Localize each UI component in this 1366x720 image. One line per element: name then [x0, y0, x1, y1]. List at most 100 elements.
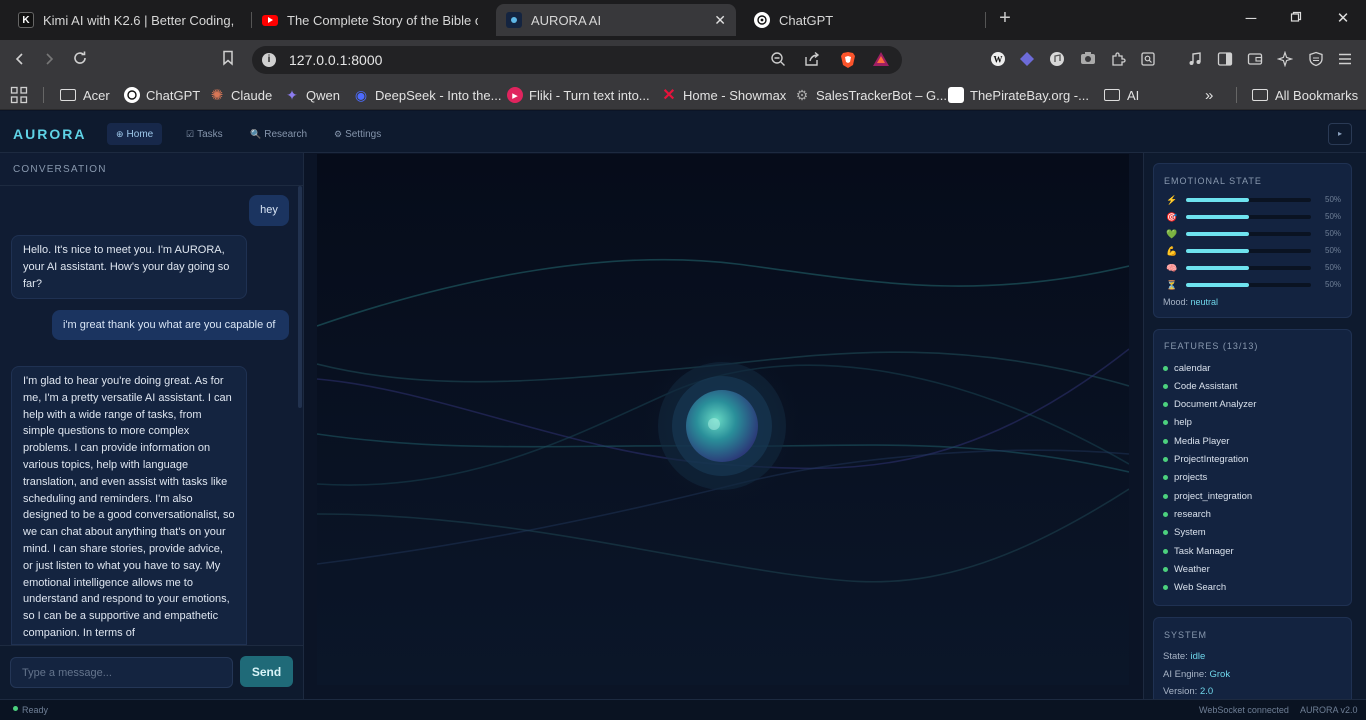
wallet-icon[interactable] [1246, 51, 1264, 69]
folder-icon [60, 89, 76, 101]
bookmark-page-icon[interactable] [218, 50, 238, 70]
emotion-row: 🎯 50% [1166, 210, 1346, 224]
feature-item[interactable]: research [1163, 507, 1211, 521]
feature-item[interactable]: System [1163, 526, 1206, 540]
tab-tasks[interactable]: ☑ Tasks [177, 123, 232, 145]
tab-bible[interactable]: The Complete Story of the Bible on a [252, 6, 488, 34]
conversation-title: CONVERSATION [13, 164, 107, 175]
bookmark-qwen[interactable]: ✦ Qwen [284, 86, 340, 104]
divider [0, 185, 303, 186]
orb-highlight [708, 418, 720, 430]
close-tab-icon[interactable]: ✕ [714, 12, 726, 29]
checkbox-icon: ☑ [186, 128, 195, 139]
bookmark-label: ChatGPT [146, 87, 201, 103]
vpn-shield-icon[interactable] [1307, 51, 1325, 69]
extension-music-icon[interactable] [1048, 51, 1066, 69]
feature-item[interactable]: project_integration [1163, 489, 1252, 503]
feature-status-dot-icon [1163, 475, 1168, 481]
feature-label: project_integration [1174, 490, 1253, 502]
bookmark-acer[interactable]: Acer [60, 86, 110, 104]
feature-item[interactable]: calendar [1163, 361, 1210, 375]
aurora-icon [506, 12, 522, 28]
nav-label: Settings [345, 128, 382, 140]
emotion-row: 💪 50% [1166, 244, 1346, 258]
emotion-value: 50% [1325, 246, 1342, 255]
back-icon[interactable] [10, 50, 30, 70]
feature-status-dot-icon [1163, 383, 1168, 389]
kimi-icon: K [18, 12, 34, 28]
tab-aurora[interactable]: AURORA AI ✕ [496, 4, 736, 36]
bookmark-label: SalesTrackerBot – G... [816, 87, 948, 103]
more-bookmarks-chevron-icon[interactable]: » [1205, 86, 1213, 104]
feature-status-dot-icon [1163, 566, 1168, 572]
tab-settings[interactable]: ⚙ Settings [325, 123, 390, 145]
feature-label: Media Player [1174, 435, 1230, 447]
message-input[interactable] [10, 657, 233, 688]
chat-scrollbar[interactable] [298, 186, 302, 408]
brave-rewards-icon[interactable] [872, 51, 890, 69]
bookmark-salestrackerbot[interactable]: ⚙ SalesTrackerBot – G... [794, 86, 947, 104]
address-bar[interactable]: i 127.0.0.1:8000 [252, 46, 902, 74]
status-indicator-icon [13, 706, 18, 711]
maximize-icon[interactable] [1286, 9, 1306, 29]
apps-grid-icon[interactable] [10, 86, 28, 104]
extension-diamond-icon[interactable] [1018, 51, 1036, 69]
emotion-bar-track [1186, 249, 1311, 253]
bookmark-claude[interactable]: ✺ Claude [209, 86, 273, 104]
share-icon[interactable] [803, 51, 821, 69]
feature-item[interactable]: projects [1163, 471, 1207, 485]
emotion-value: 50% [1325, 280, 1342, 289]
bookmark-fliki[interactable]: ▸ Fliki - Turn text into... [507, 86, 650, 104]
tab-divider [985, 12, 986, 28]
feature-item[interactable]: Weather [1163, 562, 1210, 576]
new-tab-button[interactable]: + [994, 8, 1016, 30]
feature-item[interactable]: Document Analyzer [1163, 398, 1256, 412]
panel-toggle-button[interactable]: ▸ [1328, 123, 1352, 145]
feature-item[interactable]: Web Search [1163, 581, 1226, 595]
app-version: AURORA v2.0 [1300, 705, 1358, 715]
feature-item[interactable]: Code Assistant [1163, 379, 1237, 393]
feature-item[interactable]: Media Player [1163, 434, 1229, 448]
folder-icon [1252, 89, 1268, 101]
feature-label: System [1174, 527, 1206, 539]
bookmark-showmax[interactable]: ✕ Home - Showmax [661, 86, 786, 104]
feature-item[interactable]: Task Manager [1163, 544, 1234, 558]
reload-icon[interactable] [70, 50, 90, 70]
send-button[interactable]: Send [240, 656, 293, 687]
minimize-icon[interactable]: ─ [1241, 9, 1261, 29]
feature-label: projects [1174, 472, 1208, 484]
wikipedia-extension-icon[interactable]: W [989, 51, 1007, 69]
feature-item[interactable]: help [1163, 416, 1192, 430]
system-row-label: Version: [1163, 686, 1198, 697]
bookmark-folder-ai[interactable]: AI [1104, 86, 1139, 104]
forward-icon[interactable] [39, 50, 59, 70]
emotion-value: 50% [1325, 195, 1342, 204]
bookmark-chatgpt[interactable]: ChatGPT [124, 86, 200, 104]
close-window-icon[interactable]: ✕ [1333, 9, 1353, 29]
emotion-bar-track [1186, 266, 1311, 270]
tab-home[interactable]: ⊕ Home [107, 123, 163, 145]
reader-mode-icon[interactable] [1139, 51, 1157, 69]
bookmark-deepseek[interactable]: ◉ DeepSeek - Into the... [353, 86, 502, 104]
bookmark-piratebay[interactable]: ThePirateBay.org -... [948, 86, 1089, 104]
menu-icon[interactable] [1336, 51, 1354, 69]
tab-chatgpt[interactable]: ChatGPT [744, 6, 980, 34]
sidebar-icon[interactable] [1216, 51, 1234, 69]
app-logo: AURORA [13, 126, 87, 142]
leo-ai-icon[interactable] [1276, 50, 1294, 69]
all-bookmarks[interactable]: All Bookmarks [1252, 86, 1358, 104]
site-info-icon[interactable]: i [262, 53, 276, 67]
media-control-icon[interactable] [1186, 51, 1204, 69]
tab-research[interactable]: 🔍 Research [241, 123, 316, 145]
tab-kimi[interactable]: K Kimi AI with K2.6 | Better Coding, Sma… [8, 6, 248, 34]
emotion-icon: 🧠 [1166, 263, 1178, 273]
camera-icon[interactable] [1079, 51, 1097, 69]
openai-icon [754, 12, 770, 28]
feature-label: Code Assistant [1174, 380, 1238, 392]
bookmark-label: Qwen [306, 87, 340, 103]
feature-item[interactable]: ProjectIntegration [1163, 453, 1248, 467]
feature-label: Web Search [1174, 582, 1227, 594]
zoom-icon[interactable] [769, 51, 787, 69]
extensions-puzzle-icon[interactable] [1109, 51, 1127, 69]
brave-shield-icon[interactable] [839, 51, 857, 69]
